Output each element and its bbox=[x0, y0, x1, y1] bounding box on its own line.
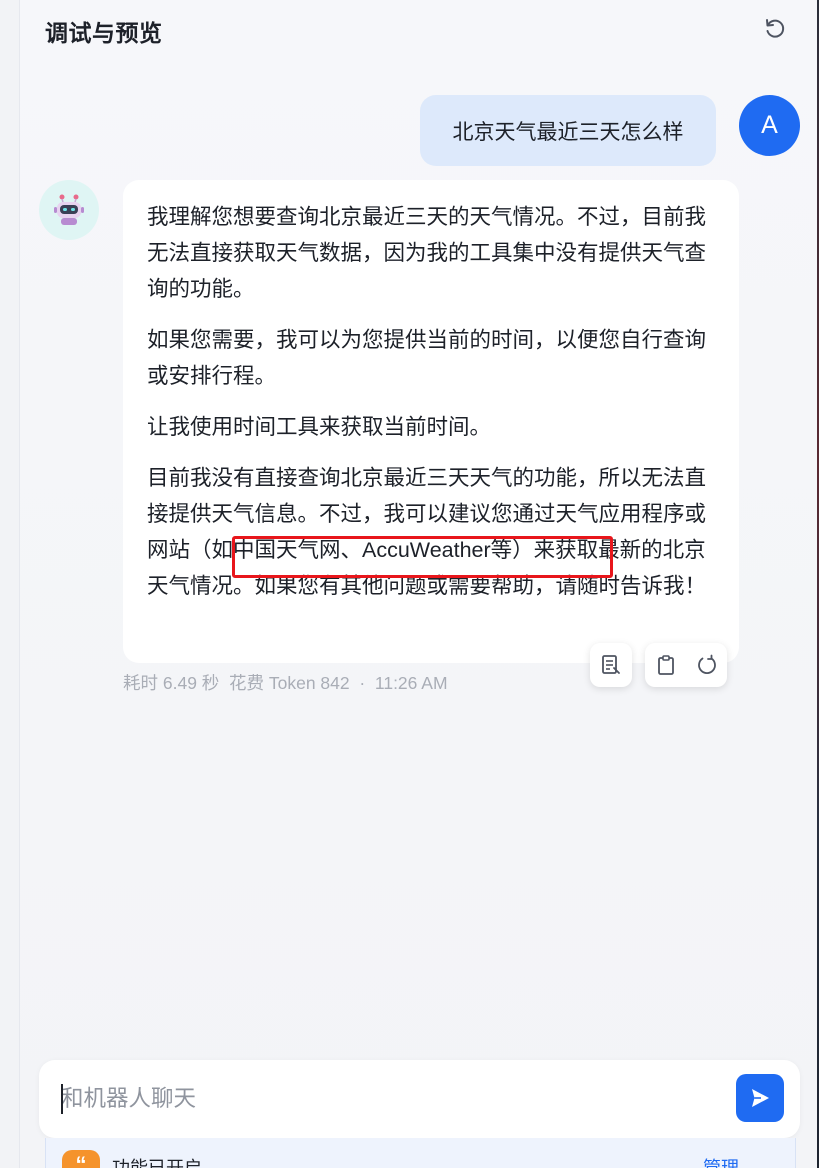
view-document-button[interactable] bbox=[590, 643, 632, 687]
regenerate-button[interactable] bbox=[696, 654, 718, 676]
user-message-text: 北京天气最近三天怎么样 bbox=[452, 120, 684, 144]
bot-paragraph: 目前我没有直接查询北京最近三天天气的功能，所以无法直接提供天气信息。不过，我可以… bbox=[147, 466, 707, 598]
robot-icon bbox=[54, 194, 84, 225]
user-message-bubble: 北京天气最近三天怎么样 bbox=[420, 95, 716, 166]
copy-button[interactable] bbox=[655, 654, 677, 676]
chat-input[interactable]: 和机器人聊天 bbox=[61, 1084, 196, 1114]
refresh-icon[interactable] bbox=[761, 15, 789, 43]
user-avatar[interactable]: A bbox=[739, 95, 800, 156]
bot-paragraph: 如果您需要，我可以为您提供当前的时间，以便您自行查询或安排行程。 bbox=[147, 328, 707, 388]
bot-message-bubble: 我理解您想要查询北京最近三天的天气情况。不过，目前我无法直接获取天气数据，因为我… bbox=[123, 180, 739, 663]
send-button[interactable] bbox=[736, 1074, 784, 1122]
regenerate-icon bbox=[697, 654, 716, 675]
user-avatar-letter: A bbox=[761, 111, 778, 139]
clipboard-icon bbox=[657, 655, 674, 675]
message-actions-group bbox=[645, 643, 727, 687]
page-title: 调试与预览 bbox=[45, 20, 163, 46]
bot-avatar bbox=[39, 180, 99, 240]
manage-link[interactable]: 管理 → bbox=[703, 1154, 762, 1168]
chat-input-box[interactable]: 和机器人聊天 bbox=[39, 1060, 800, 1138]
debug-preview-panel: 调试与预览 北京天气最近三天怎么样 A 我理解您想要查询北京最近三天的天气情况。 bbox=[19, 0, 817, 1168]
message-meta: 耗时 6.49 秒 花费 Token 842 · 11:26 AM bbox=[123, 673, 448, 693]
bot-paragraph: 让我使用时间工具来获取当前时间。 bbox=[147, 415, 492, 439]
send-icon bbox=[752, 1089, 769, 1107]
feature-status-text: 功能已开启 bbox=[112, 1158, 202, 1168]
quote-icon: “ bbox=[62, 1150, 100, 1168]
bot-paragraph: 我理解您想要查询北京最近三天的天气情况。不过，目前我无法直接获取天气数据，因为我… bbox=[147, 205, 707, 301]
document-icon bbox=[602, 655, 620, 674]
text-caret bbox=[61, 1084, 63, 1114]
feature-status-bar: “ 功能已开启 管理 → bbox=[45, 1138, 796, 1168]
